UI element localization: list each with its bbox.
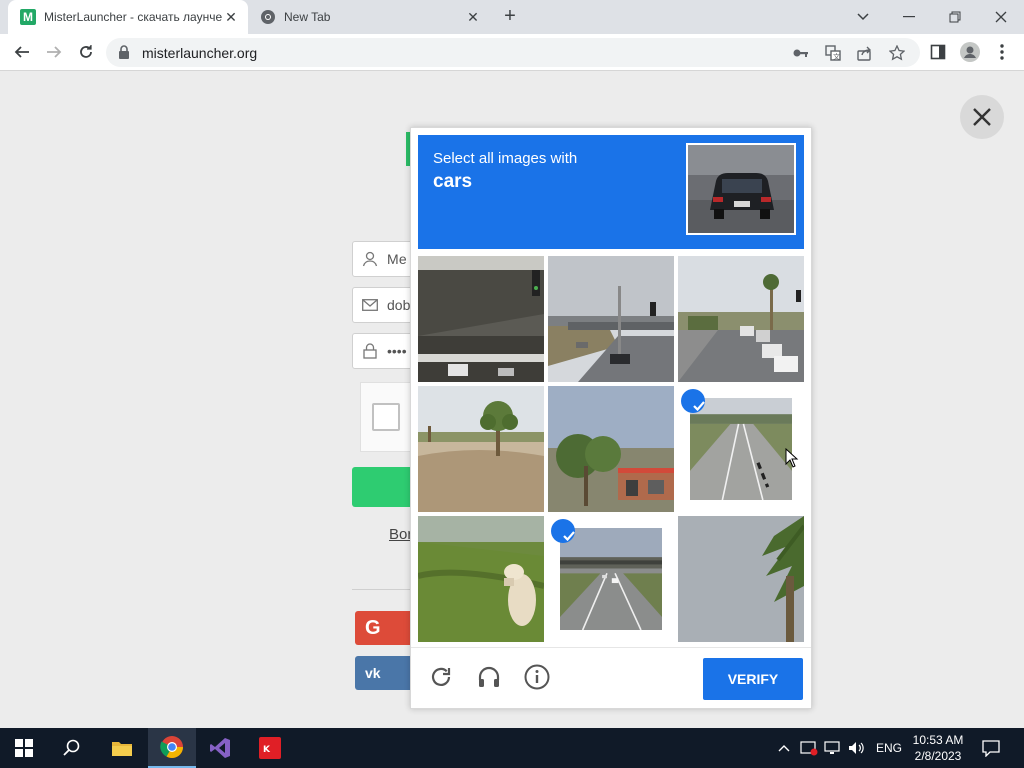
padlock-icon <box>353 343 387 359</box>
volume-icon[interactable] <box>848 728 866 768</box>
challenge-tile-2[interactable] <box>548 256 674 382</box>
svg-text:K: K <box>263 745 271 755</box>
challenge-tile-9[interactable] <box>678 516 804 642</box>
lock-icon[interactable] <box>118 45 130 64</box>
divider <box>352 589 416 590</box>
email-value: dob <box>387 297 411 313</box>
svg-text:文: 文 <box>833 52 840 61</box>
captcha-challenge: Select all images with cars VERIFY <box>410 127 812 709</box>
mouse-cursor-icon <box>785 447 799 473</box>
translate-icon[interactable]: 文 <box>824 44 842 62</box>
user-icon <box>353 251 387 267</box>
mail-icon <box>353 299 387 311</box>
page-link[interactable]: Bor <box>389 526 412 543</box>
tab-strip: M MisterLauncher - скачать лаунче ✕ New … <box>0 0 1024 34</box>
challenge-tile-7[interactable] <box>418 516 544 642</box>
checkmark-icon <box>681 389 705 413</box>
headphones-icon[interactable] <box>474 662 504 692</box>
visual-studio-icon[interactable] <box>196 728 244 768</box>
tab-title: New Tab <box>284 10 331 24</box>
share-icon[interactable] <box>856 44 874 62</box>
key-icon[interactable] <box>792 44 810 62</box>
browser-toolbar: misterlauncher.org 文 <box>0 34 1024 71</box>
language-indicator[interactable]: ENG <box>876 728 902 768</box>
challenge-tile-4[interactable] <box>418 386 544 512</box>
bookmark-star-icon[interactable] <box>888 44 906 62</box>
page-content: Ме dob •••• Bor G vk Select all images w… <box>0 71 1024 728</box>
captcha-checkbox[interactable] <box>372 403 400 431</box>
vk-login-button[interactable]: vk <box>355 656 415 690</box>
footer-divider <box>411 647 811 648</box>
tab-close-icon[interactable]: ✕ <box>466 10 480 24</box>
verify-button[interactable]: VERIFY <box>703 658 803 700</box>
reload-icon[interactable] <box>74 40 98 64</box>
side-panel-icon[interactable] <box>926 40 950 64</box>
notification-icon[interactable] <box>982 728 1000 768</box>
info-icon[interactable] <box>522 662 552 692</box>
google-login-button[interactable]: G <box>355 611 415 645</box>
network-icon[interactable] <box>824 728 840 768</box>
challenge-tile-5[interactable] <box>548 386 674 512</box>
refresh-icon[interactable] <box>426 662 456 692</box>
windows-start-icon[interactable] <box>0 728 48 768</box>
new-tab-plus-icon[interactable]: + <box>500 6 520 26</box>
misterlauncher-favicon-icon: M <box>20 9 36 25</box>
password-value: •••• <box>387 343 407 359</box>
sample-image <box>686 143 796 235</box>
kaspersky-icon[interactable]: K <box>246 728 294 768</box>
tab-misterlauncher[interactable]: M MisterLauncher - скачать лаунче ✕ <box>8 0 248 34</box>
minimize-icon[interactable] <box>896 4 922 30</box>
login-placeholder: Ме <box>387 251 407 267</box>
restore-icon[interactable] <box>942 4 968 30</box>
tab-title: MisterLauncher - скачать лаунче <box>44 10 222 24</box>
challenge-tile-1[interactable] <box>418 256 544 382</box>
overlay-close-icon[interactable] <box>960 95 1004 139</box>
tab-search-chevron-icon[interactable] <box>850 4 876 30</box>
submit-button[interactable] <box>352 467 416 507</box>
challenge-header: Select all images with cars <box>418 135 804 249</box>
kebab-menu-icon[interactable] <box>990 40 1014 64</box>
tab-close-icon[interactable]: ✕ <box>224 10 238 24</box>
security-tray-icon[interactable] <box>800 728 818 768</box>
clock-date: 2/8/2023 <box>914 749 962 763</box>
tab-new-tab[interactable]: New Tab ✕ <box>250 0 490 34</box>
chrome-taskbar-icon[interactable] <box>148 728 196 768</box>
taskbar-clock[interactable]: 10:53 AM 2/8/2023 <box>906 732 970 764</box>
chrome-favicon-icon <box>260 9 276 25</box>
window-close-icon[interactable] <box>988 4 1014 30</box>
file-explorer-icon[interactable] <box>98 728 146 768</box>
profile-avatar-icon[interactable] <box>958 40 982 64</box>
challenge-target: cars <box>433 171 473 192</box>
url-text[interactable]: misterlauncher.org <box>142 45 257 61</box>
back-arrow-icon[interactable] <box>10 40 34 64</box>
vk-icon: vk <box>365 665 381 681</box>
tray-chevron-icon[interactable] <box>778 728 790 768</box>
windows-taskbar: K ENG 10:53 AM 2/8/2023 <box>0 728 1024 768</box>
google-icon: G <box>365 616 381 639</box>
forward-arrow-icon[interactable] <box>42 40 66 64</box>
challenge-prompt: Select all images with <box>433 150 578 167</box>
checkmark-icon <box>551 519 575 543</box>
clock-time: 10:53 AM <box>912 733 964 747</box>
challenge-tile-3[interactable] <box>678 256 804 382</box>
address-bar[interactable]: misterlauncher.org 文 <box>106 38 920 67</box>
search-icon[interactable] <box>48 728 96 768</box>
challenge-tile-8[interactable] <box>548 516 674 642</box>
